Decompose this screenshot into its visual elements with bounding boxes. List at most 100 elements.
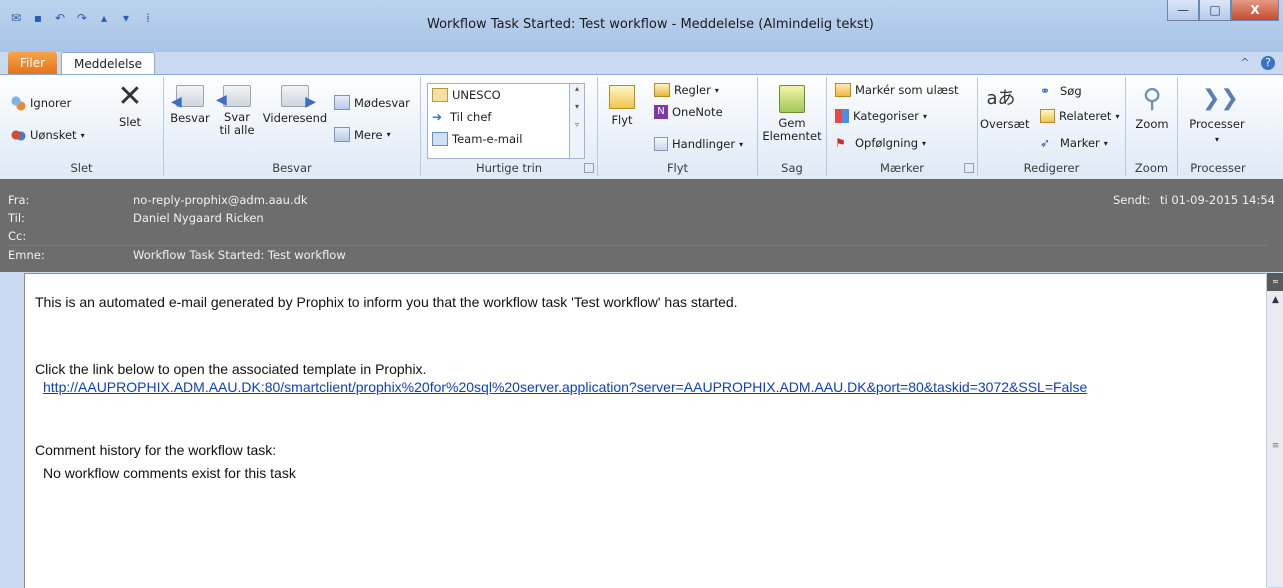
- to-value[interactable]: Daniel Nygaard Ricken: [133, 209, 264, 227]
- delete-button[interactable]: ✕ Slet: [108, 79, 152, 130]
- onenote-button[interactable]: N OneNote: [654, 105, 723, 119]
- quick-step-label: Team-e-mail: [452, 132, 523, 146]
- title-bar: ✉ ▪ ↶ ↷ ▴ ▾ ⁞ Workflow Task Started: Tes…: [0, 0, 1283, 52]
- followup-button[interactable]: ⚑ Opfølgning ▾: [835, 135, 926, 151]
- ribbon: Ignorer Uønsket ▾ ✕ Slet Slet ◀ Besvar ◀ …: [0, 74, 1283, 180]
- subject-value: Workflow Task Started: Test workflow: [133, 248, 346, 262]
- group-label-quick-steps: Hurtige trin: [475, 161, 543, 175]
- process-button[interactable]: ❯❯ Processer ▾: [1182, 85, 1252, 145]
- followup-label: Opfølgning: [855, 136, 919, 150]
- forward-button[interactable]: ▶ Videresend: [260, 85, 330, 125]
- actions-dropdown-icon: ▾: [739, 139, 744, 149]
- body-link-wrap: http://AAUPROPHIX.ADM.AAU.DK:80/smartcli…: [43, 379, 1087, 395]
- group-label-delete: Slet: [70, 161, 93, 175]
- from-value[interactable]: no-reply-prophix@adm.aau.dk: [133, 191, 308, 209]
- ribbon-tabs: Filer Meddelelse: [8, 52, 156, 75]
- more-button[interactable]: Mere ▾: [334, 127, 391, 142]
- ignore-button[interactable]: Ignorer: [10, 95, 71, 111]
- scroll-grip-icon[interactable]: ≡: [1267, 441, 1283, 451]
- close-button[interactable]: X: [1231, 0, 1279, 21]
- rules-dropdown-icon: ▾: [714, 85, 719, 95]
- reply-button[interactable]: ◀ Besvar: [168, 85, 212, 125]
- group-label-process: Processer: [1190, 161, 1246, 175]
- junk-label: Uønsket: [30, 128, 77, 142]
- junk-icon: [10, 127, 26, 143]
- actions-label: Handlinger: [672, 137, 736, 151]
- meeting-reply-label: Mødesvar: [354, 95, 410, 110]
- maximize-button[interactable]: □: [1199, 0, 1231, 21]
- reply-all-label-2: til alle: [219, 123, 255, 137]
- message-body[interactable]: This is an automated e-mail generated by…: [24, 273, 1267, 588]
- tab-message[interactable]: Meddelelse: [61, 52, 156, 75]
- categorize-label: Kategoriser: [853, 109, 920, 123]
- scroll-up-icon[interactable]: ▲: [1267, 291, 1283, 309]
- vertical-scrollbar[interactable]: ≈ ▲ ≡: [1266, 273, 1283, 587]
- tags-launcher-icon[interactable]: [964, 163, 974, 173]
- redo-icon[interactable]: ↷: [74, 10, 90, 26]
- group-quick-steps: UNESCO ➔ Til chef Team-e-mail ▴ ▾ ▿ Hurtig…: [421, 77, 598, 176]
- group-case: Gem Elementet Sag: [758, 77, 827, 176]
- sent-info: Sendt: ti 01-09-2015 14:54: [1113, 193, 1275, 207]
- body-line-intro: This is an automated e-mail generated by…: [35, 294, 738, 310]
- mark-unread-button[interactable]: Markér som ulæst: [835, 83, 959, 97]
- left-gutter: [0, 273, 24, 587]
- binoculars-icon: ⚭: [1040, 84, 1051, 98]
- customize-toolbar-icon[interactable]: ⁞: [140, 10, 156, 26]
- help-icon[interactable]: ?: [1261, 56, 1275, 70]
- quick-step-label: Til chef: [450, 110, 492, 124]
- undo-icon[interactable]: ↶: [52, 10, 68, 26]
- group-label-case: Sag: [781, 161, 803, 175]
- flag-icon: ⚑: [835, 136, 846, 150]
- group-tags: Markér som ulæst Kategoriser ▾ ⚑ Opfølgni…: [827, 77, 978, 176]
- related-button[interactable]: Relateret ▾: [1040, 109, 1119, 123]
- zoom-button[interactable]: ⚲ Zoom: [1130, 85, 1174, 131]
- forward-arrow-icon: ➔: [432, 110, 443, 124]
- reply-all-button[interactable]: ◀ Svar til alle: [214, 85, 260, 137]
- group-label-move: Flyt: [666, 161, 689, 175]
- group-label-zoom: Zoom: [1134, 161, 1169, 175]
- rules-label: Regler: [674, 83, 711, 97]
- up-arrow-icon[interactable]: ▴: [96, 10, 112, 26]
- move-label: Flyt: [611, 113, 633, 127]
- find-button[interactable]: ⚭ Søg: [1040, 83, 1082, 99]
- save-icon[interactable]: ▪: [30, 10, 46, 26]
- quick-step-item[interactable]: Team-e-mail: [428, 128, 584, 150]
- followup-dropdown-icon: ▾: [922, 138, 927, 148]
- collapse-ribbon-icon[interactable]: ^: [1240, 56, 1249, 69]
- quick-steps-gallery: UNESCO ➔ Til chef Team-e-mail ▴ ▾ ▿: [427, 83, 585, 159]
- prophix-link[interactable]: http://AAUPROPHIX.ADM.AAU.DK:80/smartcli…: [43, 379, 1087, 395]
- quick-step-item[interactable]: ➔ Til chef: [428, 106, 584, 128]
- translate-icon: aあ: [986, 88, 1016, 109]
- meeting-reply-button[interactable]: Mødesvar: [334, 95, 410, 110]
- sent-value: ti 01-09-2015 14:54: [1160, 193, 1275, 207]
- save-item-button[interactable]: Gem Elementet: [760, 85, 824, 143]
- onenote-label: OneNote: [672, 105, 723, 119]
- rules-button[interactable]: Regler ▾: [654, 83, 719, 97]
- quick-step-item[interactable]: UNESCO: [428, 84, 584, 106]
- unread-envelope-icon: [835, 83, 851, 97]
- delete-icon: ✕: [117, 79, 143, 114]
- move-button[interactable]: Flyt: [604, 85, 640, 127]
- cursor-icon: ➶: [1040, 136, 1051, 150]
- actions-button[interactable]: Handlinger ▾: [654, 137, 743, 151]
- quick-steps-scrollbar[interactable]: ▴ ▾ ▿: [569, 84, 584, 158]
- categorize-button[interactable]: Kategoriser ▾: [835, 109, 927, 123]
- scroll-top-icon[interactable]: ≈: [1267, 273, 1283, 291]
- group-delete: Ignorer Uønsket ▾ ✕ Slet Slet: [0, 77, 164, 176]
- process-chevrons-icon: ❯❯: [1202, 86, 1239, 111]
- save-item-label-2: Elementet: [762, 129, 822, 143]
- group-respond: ◀ Besvar ◀ Svar til alle ▶ Videresend Mø…: [164, 77, 421, 176]
- select-dropdown-icon: ▾: [1103, 138, 1108, 148]
- body-line-instruction: Click the link below to open the associa…: [35, 361, 427, 377]
- tab-file[interactable]: Filer: [8, 52, 58, 74]
- select-button[interactable]: ➶ Marker ▾: [1040, 135, 1108, 151]
- junk-button[interactable]: Uønsket ▾: [10, 127, 85, 143]
- group-zoom: ⚲ Zoom Zoom: [1126, 77, 1178, 176]
- translate-button[interactable]: aあ Oversæt: [980, 85, 1029, 131]
- translate-label: Oversæt: [980, 117, 1030, 131]
- quick-steps-launcher-icon[interactable]: [584, 163, 594, 173]
- message-header: Fra: no-reply-prophix@adm.aau.dk Til: Da…: [0, 179, 1283, 272]
- more-icon: [334, 127, 350, 142]
- down-arrow-icon[interactable]: ▾: [118, 10, 134, 26]
- minimize-button[interactable]: —: [1167, 0, 1199, 21]
